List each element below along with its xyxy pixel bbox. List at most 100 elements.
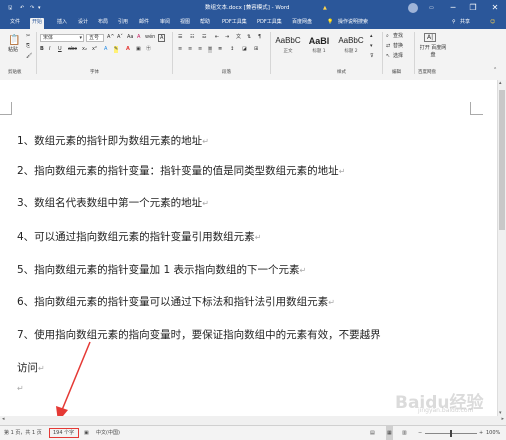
tab-insert[interactable]: 插入 [55,18,69,27]
bold-button[interactable]: B [40,46,44,53]
language-indicator[interactable]: 中文(中国) [96,426,120,440]
collapse-ribbon-icon[interactable]: ⌃ [493,67,497,74]
warning-icon[interactable]: ▲ [323,0,327,16]
format-painter-icon[interactable]: 🖌 [26,53,32,60]
style-heading-1[interactable]: AaBl 标题 1 [304,34,334,62]
line-spacing-icon[interactable]: ↕ [230,46,234,53]
undo-icon[interactable]: ↶ [20,0,24,16]
cut-icon[interactable]: ✂ [26,33,30,40]
tab-design[interactable]: 设计 [76,18,90,27]
justify-icon[interactable]: ≡ [208,46,213,53]
proofing-icon[interactable]: ▣ [84,426,89,440]
char-shading-icon[interactable]: ▣ [136,46,141,53]
vertical-scrollbar[interactable]: ▴ ▾ [497,80,506,416]
close-button[interactable]: ✕ [486,0,504,16]
tab-file[interactable]: 文件 [8,18,22,27]
decrease-indent-icon[interactable]: ⇤ [215,34,219,41]
tab-layout[interactable]: 布局 [96,18,110,27]
style-heading-2[interactable]: AaBbC 标题 2 [336,34,366,62]
borders-icon[interactable]: ⊞ [254,46,258,53]
find-button[interactable]: 查找 [393,33,403,40]
tab-pdf-tools-2[interactable]: PDF工具集 [255,18,284,27]
share-button[interactable]: 共享 [458,18,472,27]
tab-mailings[interactable]: 邮件 [137,18,151,27]
tab-home[interactable]: 开始 [30,18,45,29]
share-icon[interactable]: ⚲ [450,18,458,27]
tab-help[interactable]: 帮助 [198,18,212,27]
paste-icon[interactable]: 📋 [8,35,20,47]
ribbon-options-icon[interactable]: ▭ [429,0,434,16]
tab-pdf-tools[interactable]: PDF工具集 [220,18,249,27]
find-icon[interactable]: ⌕ [386,33,389,40]
replace-icon[interactable]: ⇄ [386,43,390,50]
baidu-pan-icon[interactable]: A| [424,33,437,42]
lightbulb-icon[interactable]: 💡 [325,18,335,27]
grow-font-icon[interactable]: A^ [107,34,115,41]
enclose-char-icon[interactable]: ㊉ [146,46,151,53]
superscript-button[interactable]: x² [92,46,97,53]
paste-button[interactable]: 粘贴 [8,47,18,54]
font-name-select[interactable]: 宋体 ▾ [40,34,84,42]
read-mode-icon[interactable]: ▤ [370,426,375,440]
tab-baidu-pan[interactable]: 百度网盘 [290,18,314,27]
align-center-icon[interactable]: ≡ [188,46,192,53]
strikethrough-button[interactable]: abc [68,46,77,53]
italic-button[interactable]: I [49,46,50,53]
replace-button[interactable]: 替换 [393,43,403,50]
web-layout-icon[interactable]: ▥ [402,426,407,440]
increase-indent-icon[interactable]: ⇥ [225,34,229,41]
zoom-level[interactable]: 100% [486,426,500,440]
smiley-icon[interactable]: ☺ [488,18,497,27]
tab-view[interactable]: 视图 [178,18,192,27]
scroll-right-icon[interactable]: ▸ [501,416,504,422]
font-color-icon[interactable]: A [126,46,130,53]
highlight-icon[interactable]: ✎ [114,46,119,53]
avatar[interactable] [408,3,418,13]
text-effects-icon[interactable]: A [104,46,107,53]
select-button[interactable]: 选择 [393,53,403,60]
shrink-font-icon[interactable]: A˅ [117,34,123,41]
styles-more-icon[interactable]: ⊽ [370,53,374,60]
font-size-select[interactable]: 五号 [86,34,104,42]
redo-icon[interactable]: ↷ [30,0,34,16]
sort-icon[interactable]: ⇅ [247,34,251,41]
chinese-layout-icon[interactable]: 文 [236,34,241,41]
copy-icon[interactable]: ⎘ [26,43,30,50]
open-baidu-pan-button[interactable]: 打开 百度网盘 [418,45,448,59]
zoom-out-icon[interactable]: − [418,426,422,440]
tell-me-search[interactable]: 操作说明搜索 [336,18,370,27]
align-left-icon[interactable]: ≡ [178,46,182,53]
styles-scroll-up-icon[interactable]: ▴ [370,33,373,40]
print-layout-icon[interactable]: ▦ [386,426,393,440]
scroll-left-icon[interactable]: ◂ [2,416,5,422]
shading-icon[interactable]: ◪ [242,46,247,53]
char-border-icon[interactable]: A [158,34,166,42]
minimize-button[interactable]: ─ [444,0,462,16]
zoom-in-icon[interactable]: + [479,426,483,440]
select-icon[interactable]: ↖ [386,53,390,60]
phonetic-guide-icon[interactable]: wén [145,34,155,41]
zoom-slider-thumb[interactable] [450,430,452,437]
page-indicator[interactable]: 第 1 页，共 1 页 [4,426,42,440]
save-icon[interactable]: 🖫 [8,0,12,16]
horizontal-scrollbar[interactable]: ◂ ▸ [0,416,506,425]
ribbon-tabs: 文件 开始 插入 设计 布局 引用 邮件 审阅 视图 帮助 PDF工具集 PDF… [0,16,506,29]
underline-button[interactable]: U [58,46,62,53]
qat-dropdown-icon[interactable]: ▾ [38,0,41,16]
styles-scroll-down-icon[interactable]: ▾ [370,43,373,50]
style-normal[interactable]: AaBbC 正文 [273,34,303,62]
bullets-icon[interactable]: ☰ [178,34,182,41]
distributed-icon[interactable]: ≣ [218,46,222,53]
align-right-icon[interactable]: ≡ [198,46,202,53]
subscript-button[interactable]: x₂ [82,46,87,53]
change-case-icon[interactable]: Aa [127,34,133,41]
clear-format-icon[interactable]: A [137,34,140,41]
numbering-icon[interactable]: ☷ [190,34,194,41]
tab-review[interactable]: 审阅 [158,18,172,27]
show-marks-icon[interactable]: ¶ [258,34,261,41]
restore-button[interactable]: ❐ [464,0,482,16]
scroll-thumb[interactable] [499,90,505,230]
multilevel-list-icon[interactable]: ☲ [202,34,206,41]
tab-references[interactable]: 引用 [116,18,130,27]
scroll-up-icon[interactable]: ▴ [499,80,502,86]
